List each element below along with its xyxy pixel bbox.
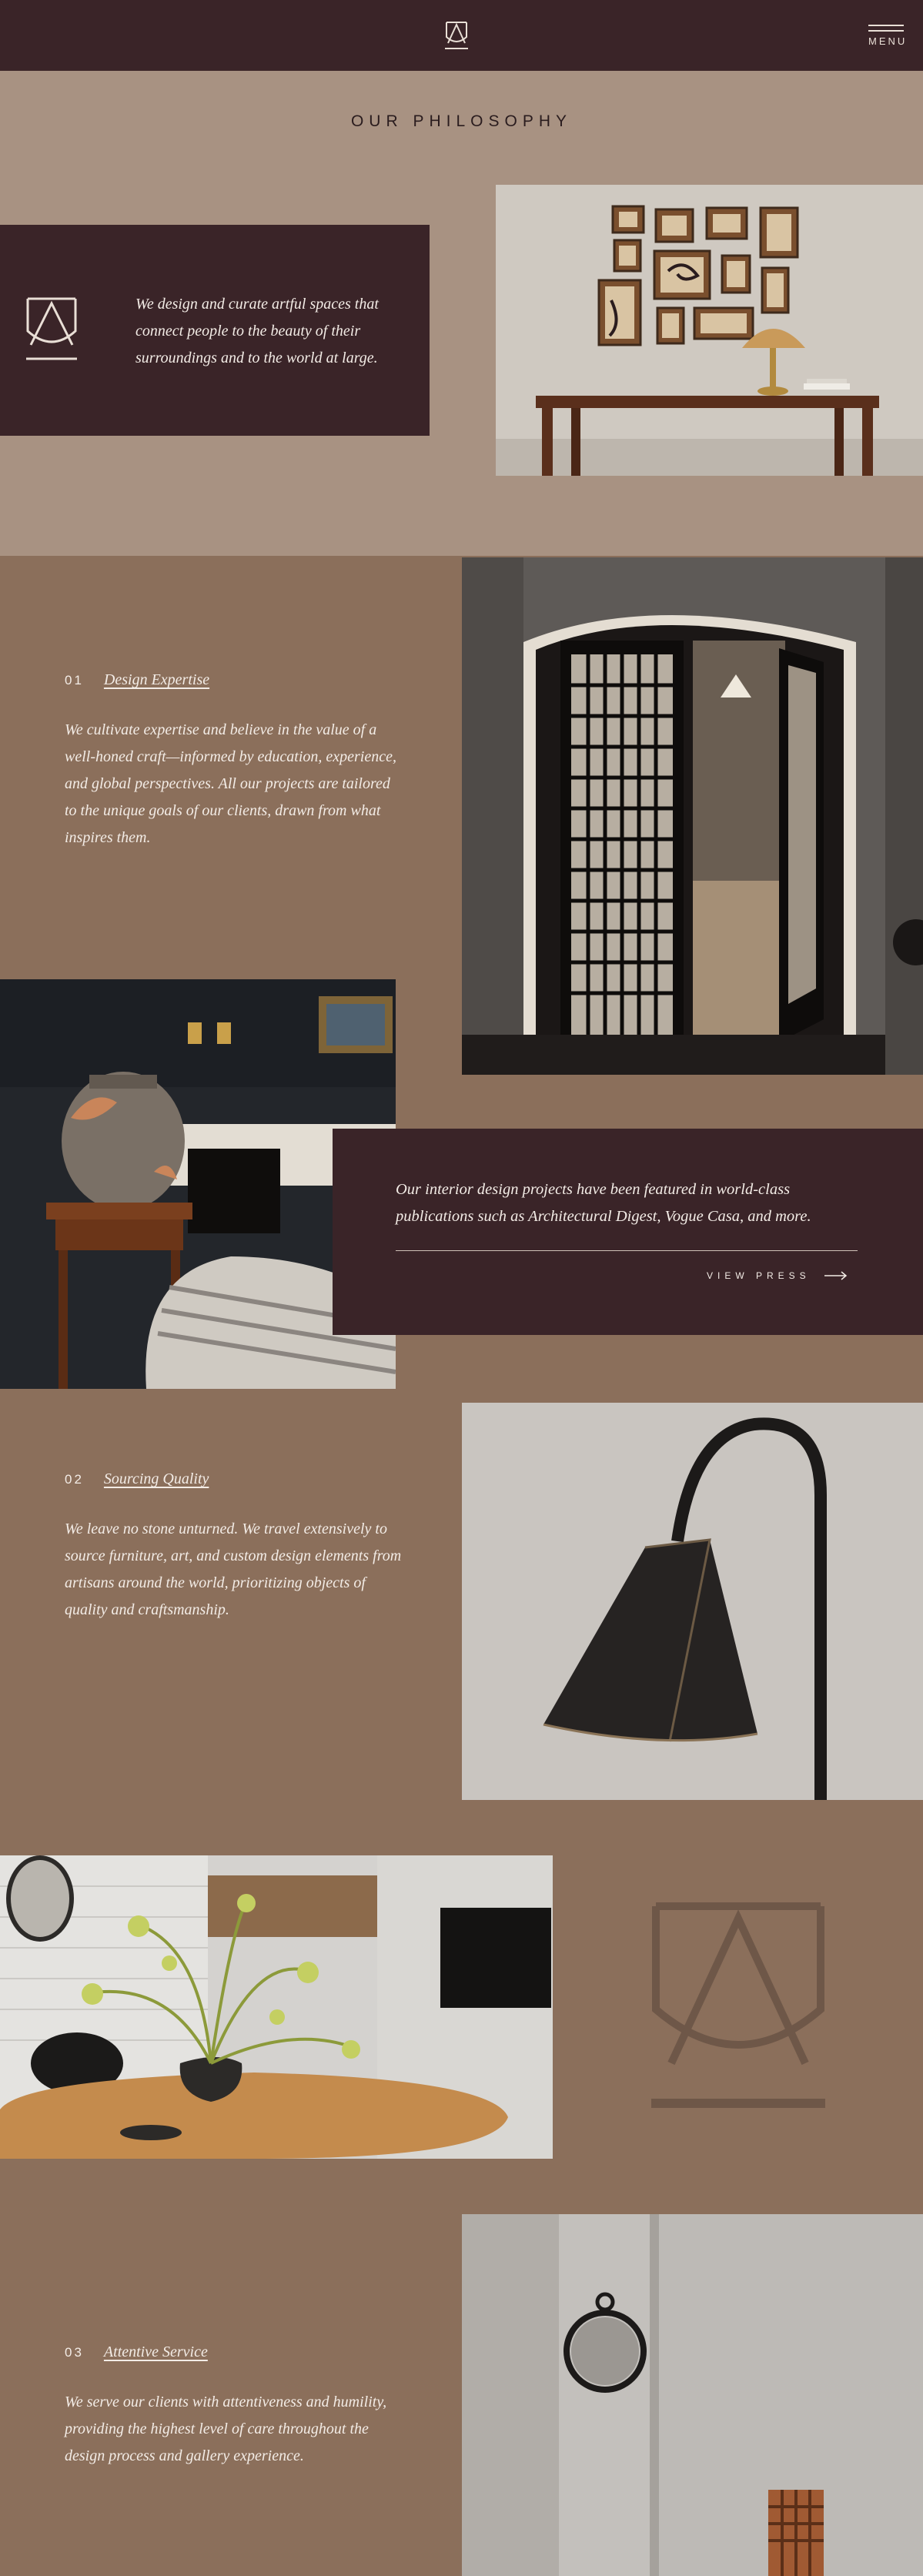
press-statement: Our interior design projects have been f…	[396, 1181, 811, 1225]
dining-table-photo	[0, 1855, 553, 2159]
section-sourcing-quality: 02 Sourcing Quality We leave no stone un…	[65, 1470, 403, 1624]
section-attentive-service: 03 Attentive Service We serve our client…	[65, 2343, 403, 2470]
section-number: 03	[65, 2345, 84, 2360]
press-divider	[396, 1250, 858, 1251]
page-title: OUR PHILOSOPHY	[350, 112, 573, 130]
menu-label: MENU	[868, 35, 908, 47]
brand-mark-large-icon	[651, 1902, 825, 2111]
hamburger-icon	[868, 25, 908, 32]
section-number: 01	[65, 673, 84, 687]
section-body: We serve our clients with attentiveness …	[65, 2394, 387, 2464]
section-title-link[interactable]: Attentive Service	[104, 2343, 208, 2361]
section-design-expertise: 01 Design Expertise We cultivate experti…	[65, 671, 403, 851]
mirror-wall-photo	[462, 2214, 923, 2576]
view-press-label: VIEW PRESS	[707, 1270, 811, 1281]
section-title-link[interactable]: Design Expertise	[104, 671, 209, 689]
section-body: We cultivate expertise and believe in th…	[65, 721, 396, 846]
gallery-wall-photo	[496, 185, 923, 476]
floor-lamp-photo	[462, 1403, 923, 1800]
section-body: We leave no stone unturned. We travel ex…	[65, 1521, 402, 1618]
arrow-right-icon	[824, 1271, 847, 1280]
brand-mark-icon	[25, 296, 79, 363]
arched-doors-photo	[462, 557, 923, 1075]
section-title-link[interactable]: Sourcing Quality	[104, 1470, 209, 1488]
brand-logo-icon[interactable]	[443, 20, 470, 51]
view-press-link[interactable]: VIEW PRESS	[707, 1270, 848, 1281]
section-number: 02	[65, 1472, 84, 1487]
press-panel	[333, 1129, 923, 1335]
intro-statement: We design and curate artful spaces that …	[135, 296, 379, 366]
menu-button[interactable]: MENU	[868, 25, 908, 48]
